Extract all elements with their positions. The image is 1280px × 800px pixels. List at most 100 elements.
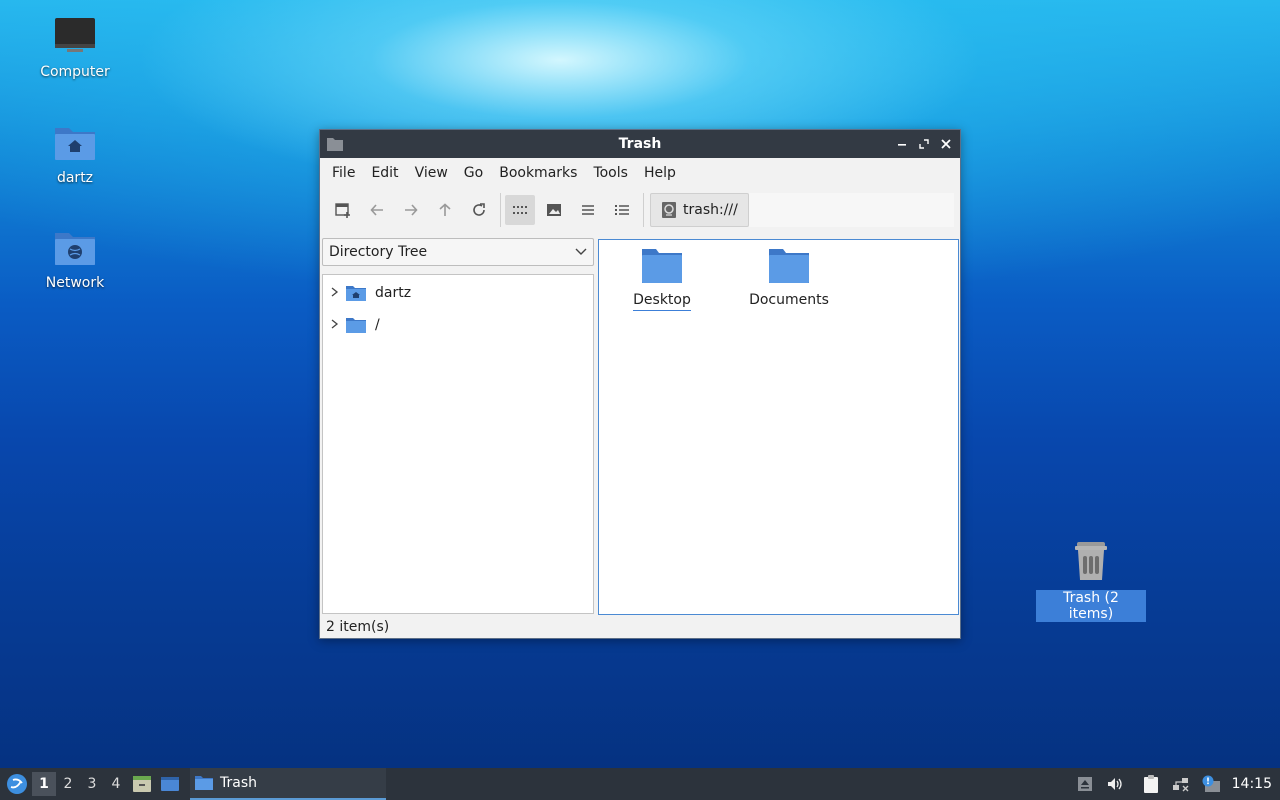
folder-icon bbox=[769, 249, 809, 283]
file-view[interactable]: Desktop Documents bbox=[598, 239, 959, 615]
desktop-icon-label: Computer bbox=[40, 64, 110, 80]
workspace-1[interactable]: 1 bbox=[32, 772, 56, 796]
thumbnail-view-icon bbox=[547, 204, 561, 216]
menu-help[interactable]: Help bbox=[636, 165, 684, 181]
forward-arrow-icon bbox=[405, 204, 418, 216]
network-folder-icon bbox=[55, 233, 95, 265]
launcher-file-manager[interactable] bbox=[128, 775, 156, 793]
desktop-icon-home[interactable]: dartz bbox=[20, 122, 130, 186]
back-button[interactable] bbox=[362, 195, 392, 225]
new-tab-button[interactable] bbox=[328, 195, 358, 225]
tree-item-label: dartz bbox=[375, 285, 412, 301]
new-tab-icon bbox=[335, 203, 350, 218]
desktop-icon-label: Trash (2 items) bbox=[1036, 590, 1146, 622]
maximize-icon bbox=[919, 139, 929, 149]
home-folder-icon bbox=[346, 286, 366, 301]
file-item-label: Desktop bbox=[633, 292, 691, 311]
system-tray: 14:15 bbox=[1070, 768, 1280, 800]
reload-icon bbox=[473, 203, 485, 216]
network-icon bbox=[1172, 778, 1189, 792]
compact-view-icon bbox=[582, 205, 594, 215]
chevron-down-icon bbox=[575, 248, 587, 255]
title-bar[interactable]: Trash bbox=[320, 130, 960, 158]
toolbar-separator bbox=[500, 193, 501, 227]
clock[interactable]: 14:15 bbox=[1226, 776, 1280, 792]
tray-eject-button[interactable] bbox=[1070, 776, 1100, 792]
path-button-trash[interactable]: trash:/// bbox=[650, 193, 749, 227]
icon-view-button[interactable] bbox=[505, 195, 535, 225]
taskbar-task-trash[interactable]: Trash bbox=[190, 768, 386, 800]
launcher-show-desktop[interactable] bbox=[156, 775, 184, 793]
close-button[interactable] bbox=[936, 134, 956, 154]
compact-view-button[interactable] bbox=[573, 195, 603, 225]
desktop-icon-label: dartz bbox=[56, 170, 94, 186]
close-icon bbox=[941, 139, 951, 149]
taskbar-task-label: Trash bbox=[220, 775, 257, 791]
tray-volume-button[interactable] bbox=[1100, 776, 1130, 792]
menu-edit[interactable]: Edit bbox=[363, 165, 406, 181]
tray-clipboard-button[interactable] bbox=[1136, 774, 1166, 794]
workspace-3[interactable]: 3 bbox=[80, 772, 104, 796]
file-item-desktop[interactable]: Desktop bbox=[607, 246, 717, 311]
up-button[interactable] bbox=[430, 195, 460, 225]
menu-bar: File Edit View Go Bookmarks Tools Help bbox=[320, 158, 960, 188]
reload-button[interactable] bbox=[464, 195, 494, 225]
folder-icon bbox=[346, 318, 366, 333]
tree-item-root[interactable]: / bbox=[323, 309, 593, 341]
detailed-list-view-icon bbox=[615, 205, 629, 215]
expand-arrow-icon[interactable] bbox=[331, 286, 345, 300]
desktop-icon-network[interactable]: Network bbox=[20, 227, 130, 291]
folder-icon bbox=[195, 776, 213, 790]
menu-go[interactable]: Go bbox=[456, 165, 491, 181]
window-folder-icon bbox=[326, 136, 344, 156]
tray-update-notifier-button[interactable] bbox=[1196, 775, 1226, 793]
side-panel-selector[interactable]: Directory Tree bbox=[322, 238, 594, 266]
minimize-icon bbox=[898, 144, 906, 146]
menu-tools[interactable]: Tools bbox=[585, 165, 636, 181]
forward-button[interactable] bbox=[396, 195, 426, 225]
side-panel-selector-label: Directory Tree bbox=[329, 244, 428, 260]
side-panel: Directory Tree dartz / bbox=[322, 238, 594, 616]
up-arrow-icon bbox=[439, 203, 451, 216]
path-bar-area[interactable] bbox=[748, 193, 954, 227]
trash-icon bbox=[1075, 542, 1107, 580]
tray-network-button[interactable] bbox=[1166, 776, 1196, 792]
back-arrow-icon bbox=[370, 204, 383, 216]
desktop-icon-trash[interactable]: Trash (2 items) bbox=[1036, 540, 1146, 622]
taskbar: 1 2 3 4 Trash 14:15 bbox=[0, 768, 1280, 800]
tree-item-dartz[interactable]: dartz bbox=[323, 277, 593, 309]
volume-icon bbox=[1107, 778, 1122, 790]
lubuntu-logo-icon bbox=[7, 774, 27, 794]
computer-icon bbox=[55, 18, 95, 52]
toolbar-separator bbox=[643, 193, 644, 227]
detailed-list-view-button[interactable] bbox=[607, 195, 637, 225]
menu-view[interactable]: View bbox=[407, 165, 456, 181]
window-title: Trash bbox=[618, 136, 662, 152]
file-item-documents[interactable]: Documents bbox=[734, 246, 844, 310]
icon-view-icon bbox=[513, 206, 527, 214]
file-manager-window: Trash File Edit View Go Bookmarks Tools … bbox=[319, 129, 961, 639]
home-folder-icon bbox=[55, 128, 95, 160]
maximize-button[interactable] bbox=[914, 134, 934, 154]
folder-icon bbox=[642, 249, 682, 283]
file-item-label: Documents bbox=[749, 292, 829, 308]
status-bar: 2 item(s) bbox=[320, 616, 960, 638]
path-label: trash:/// bbox=[683, 202, 738, 218]
toolbar: trash:/// bbox=[320, 188, 960, 232]
workspace-2[interactable]: 2 bbox=[56, 772, 80, 796]
thumbnail-view-button[interactable] bbox=[539, 195, 569, 225]
start-menu-button[interactable] bbox=[2, 773, 32, 795]
tree-item-label: / bbox=[375, 317, 380, 333]
desktop-icon-label: Network bbox=[45, 275, 105, 291]
minimize-button[interactable] bbox=[892, 134, 912, 154]
menu-bookmarks[interactable]: Bookmarks bbox=[491, 165, 585, 181]
expand-arrow-icon[interactable] bbox=[331, 318, 345, 332]
file-manager-icon bbox=[133, 776, 151, 792]
status-text: 2 item(s) bbox=[326, 619, 390, 635]
menu-file[interactable]: File bbox=[324, 165, 363, 181]
clipboard-icon bbox=[1143, 775, 1158, 793]
desktop-icon-computer[interactable]: Computer bbox=[20, 16, 130, 80]
trash-location-icon bbox=[662, 202, 676, 218]
eject-icon bbox=[1077, 777, 1092, 791]
workspace-4[interactable]: 4 bbox=[104, 772, 128, 796]
